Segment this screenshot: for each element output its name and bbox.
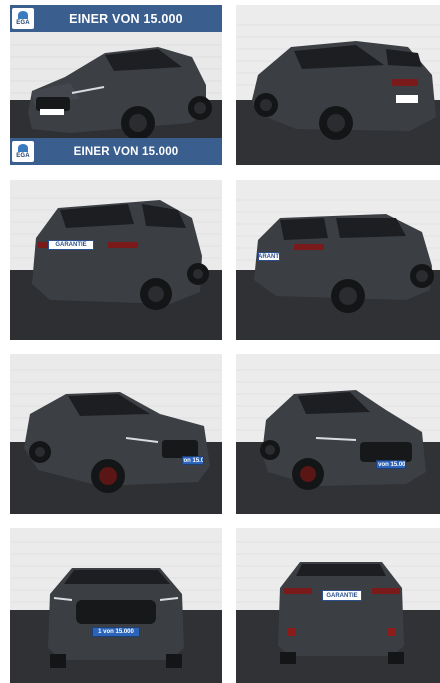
promo-banner-bottom-text: EINER VON 15.000 xyxy=(73,145,179,158)
photo-gallery: EGA EINER VON 15.000 EGA EINER VON 15.00… xyxy=(0,0,440,683)
gallery-photo-1[interactable]: EGA EINER VON 15.000 EGA EINER VON 15.00… xyxy=(10,5,222,165)
dealer-logo-text: EGA xyxy=(16,20,30,26)
gallery-photo-2[interactable] xyxy=(236,5,440,165)
dealer-logo-mark-icon xyxy=(18,11,28,19)
car-rear-three-quarter-image xyxy=(236,5,440,165)
car-front-image xyxy=(10,528,222,683)
promo-banner-top-text: EINER VON 15.000 xyxy=(69,11,183,26)
dealer-logo-text: EGA xyxy=(16,153,30,159)
gallery-photo-5[interactable]: 1 von 15.000 xyxy=(10,354,222,514)
gallery-photo-4[interactable]: GARANTIE xyxy=(236,180,440,340)
license-plate: GARANTIE xyxy=(48,240,94,250)
car-front-right-close-image xyxy=(10,354,222,514)
gallery-photo-3[interactable]: GARANTIE xyxy=(10,180,222,340)
dealer-logo-bottom: EGA xyxy=(12,141,34,162)
license-plate: GARANTIE xyxy=(258,252,280,261)
promo-banner-top: EGA EINER VON 15.000 xyxy=(10,5,222,32)
dealer-logo-mark-icon xyxy=(18,144,28,152)
promo-banner-bottom: EGA EINER VON 15.000 xyxy=(10,138,222,165)
car-front-left-image xyxy=(236,354,440,514)
license-plate: 1 von 15.000 xyxy=(92,627,140,637)
license-plate: GARANTIE xyxy=(322,590,362,601)
license-plate: 1 von 15.000 xyxy=(376,460,406,469)
gallery-photo-7[interactable]: 1 von 15.000 xyxy=(10,528,222,683)
dealer-logo: EGA xyxy=(12,8,34,29)
car-rear-left-image xyxy=(10,180,222,340)
gallery-photo-6[interactable]: 1 von 15.000 xyxy=(236,354,440,514)
license-plate: 1 von 15.000 xyxy=(182,456,204,465)
car-rear-image xyxy=(236,528,440,683)
gallery-photo-8[interactable]: GARANTIE xyxy=(236,528,440,683)
